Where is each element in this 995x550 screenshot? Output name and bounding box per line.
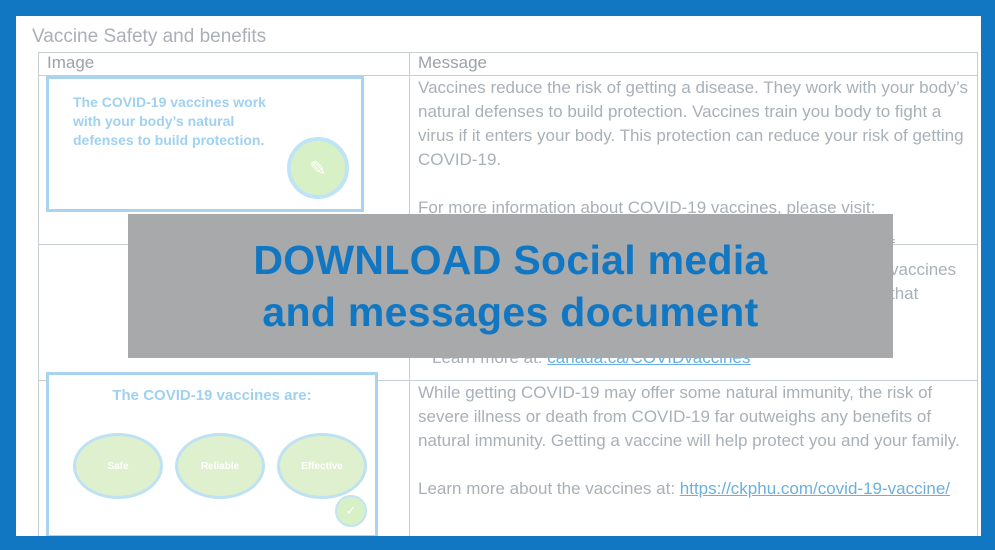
table-header-row: Image Message bbox=[38, 52, 978, 76]
effective-circle: Effective bbox=[277, 433, 367, 499]
document-title: Vaccine Safety and benefits bbox=[32, 26, 267, 47]
banner-line-1: DOWNLOAD Social media bbox=[253, 237, 768, 283]
column-header-message: Message bbox=[409, 52, 978, 76]
social-image-card: The COVID-19 vaccines work with your bod… bbox=[46, 76, 364, 212]
banner-line-2: and messages document bbox=[262, 289, 759, 335]
ckphu-link[interactable]: https://ckphu.com/covid-19-vaccine/ bbox=[680, 479, 950, 498]
partial-text: vaccines bbox=[890, 260, 957, 279]
message-cell: While getting COVID-19 may offer some na… bbox=[409, 380, 978, 536]
syringe-icon: ✎ bbox=[287, 137, 349, 199]
message-paragraph: While getting COVID-19 may offer some na… bbox=[418, 383, 960, 450]
social-image-title: The COVID-19 vaccines are: bbox=[112, 387, 312, 404]
document-preview: Vaccine Safety and benefits Image Messag… bbox=[16, 16, 981, 536]
reliable-circle: Reliable bbox=[175, 433, 265, 499]
partial-text: that bbox=[890, 284, 919, 303]
message-learn-more: Learn more about the vaccines at: https:… bbox=[418, 479, 950, 498]
social-image-card: The COVID-19 vaccines are: Safe Reliable… bbox=[46, 372, 378, 536]
social-image-text: The COVID-19 vaccines work with your bod… bbox=[73, 94, 266, 148]
column-header-image: Image bbox=[38, 52, 410, 76]
checkmark-icon: ✓ bbox=[335, 495, 367, 527]
download-banner-button[interactable]: DOWNLOAD Social media and messages docum… bbox=[128, 214, 893, 358]
message-paragraph: Vaccines reduce the risk of getting a di… bbox=[418, 78, 968, 169]
safe-circle: Safe bbox=[73, 433, 163, 499]
